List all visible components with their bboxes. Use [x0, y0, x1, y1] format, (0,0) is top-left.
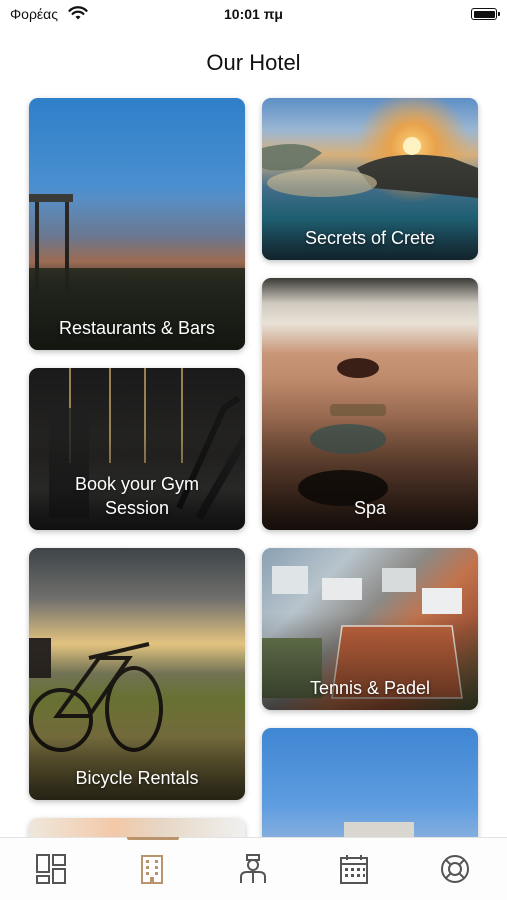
card-tennis-padel[interactable]: Tennis & Padel — [262, 548, 478, 710]
card-secrets-of-crete[interactable]: Secrets of Crete — [262, 98, 478, 260]
tab-hotel[interactable] — [101, 838, 202, 900]
building-sky-image — [344, 822, 414, 838]
lifebuoy-icon — [440, 855, 469, 883]
dashboard-icon — [35, 854, 66, 884]
card-label: Bicycle Rentals — [75, 768, 199, 788]
tab-assistance[interactable] — [404, 838, 505, 900]
card-label: Book your Gym Session — [74, 474, 200, 518]
bottom-tab-bar — [0, 837, 507, 900]
hotel-services-grid: Restaurants & Bars Secrets of Crete Book… — [0, 0, 507, 838]
card-restaurants-bars[interactable]: Restaurants & Bars — [29, 98, 245, 350]
card-label: Tennis & Padel — [309, 678, 431, 698]
tab-calendar[interactable] — [303, 838, 404, 900]
concierge-icon — [239, 854, 266, 883]
tab-dashboard[interactable] — [0, 838, 101, 900]
tab-concierge[interactable] — [202, 838, 303, 900]
hotel-building-icon — [140, 855, 163, 884]
card-spa[interactable]: Spa — [262, 278, 478, 530]
spa-stone — [337, 358, 379, 378]
card-label: Secrets of Crete — [304, 228, 436, 248]
card-partial-bottom-left[interactable] — [29, 818, 245, 838]
card-partial-bottom-right[interactable] — [262, 728, 478, 838]
card-bicycle-rentals[interactable]: Bicycle Rentals — [29, 548, 245, 800]
card-label: Spa — [353, 498, 387, 518]
calendar-icon — [339, 855, 368, 884]
card-book-gym-session[interactable]: Book your Gym Session — [29, 368, 245, 530]
card-label: Restaurants & Bars — [58, 318, 216, 338]
